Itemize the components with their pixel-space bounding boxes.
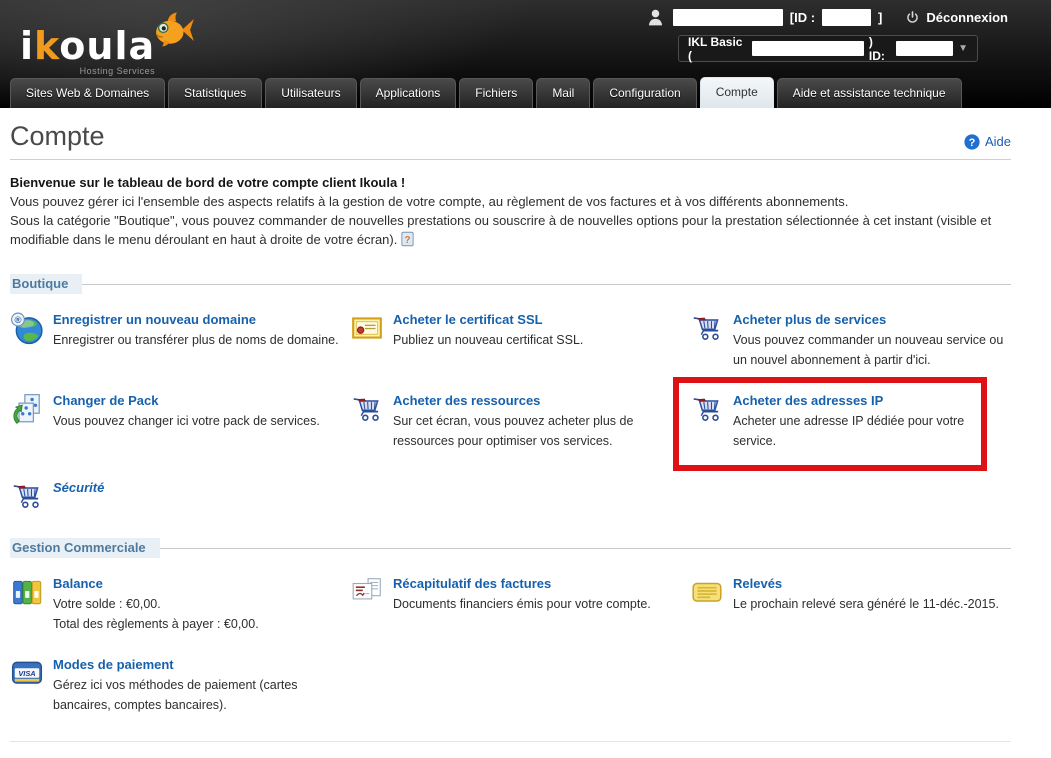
item-link-balance[interactable]: Balance <box>53 576 103 591</box>
page-title: Compte <box>10 121 105 152</box>
subscription-id-redacted <box>896 41 953 56</box>
item-description: Votre solde : €0,00. Total des règlement… <box>53 594 259 634</box>
user-icon <box>645 7 666 28</box>
service-item-recapitulatif-factures: Récapitulatif des factures Documents fin… <box>350 575 690 634</box>
service-item-balance: Balance Votre solde : €0,00. Total des r… <box>10 575 350 634</box>
subscription-prefix: IKL Basic ( <box>688 35 747 63</box>
item-link-acheter-ressources[interactable]: Acheter des ressources <box>393 393 540 408</box>
user-info-bar: [ID : ] Déconnexion <box>645 7 1008 28</box>
user-id-prefix: [ID : <box>790 10 815 25</box>
welcome-title: Bienvenue sur le tableau de bord de votr… <box>10 173 1011 192</box>
welcome-line-2: Vous pouvez gérer ici l'ensemble des asp… <box>10 192 1011 211</box>
binders-icon <box>10 575 44 609</box>
item-description: Documents financiers émis pour votre com… <box>393 594 651 614</box>
item-description: Publiez un nouveau certificat SSL. <box>393 330 583 350</box>
item-description: Sur cet écran, vous pouvez acheter plus … <box>393 411 685 451</box>
invoice-icon <box>350 575 384 609</box>
item-description: Vous pouvez commander un nouveau service… <box>733 330 1011 370</box>
user-id-suffix: ] <box>878 10 882 25</box>
help-link-label: Aide <box>985 134 1011 149</box>
service-item-changer-pack: Changer de Pack Vous pouvez changer ici … <box>10 392 350 457</box>
subscription-middle: ) ID: <box>869 35 891 63</box>
item-description: Le prochain relevé sera généré le 11-déc… <box>733 594 999 614</box>
tab-configuration[interactable]: Configuration <box>593 78 696 108</box>
title-divider <box>10 159 1011 160</box>
user-id-redacted <box>822 9 871 26</box>
change-pack-icon <box>10 392 44 426</box>
service-item-acheter-certificat-ssl: Acheter le certificat SSL Publiez un nou… <box>350 311 690 370</box>
service-item-acheter-adresses-ip: Acheter des adresses IP Acheter une adre… <box>690 392 971 451</box>
logout-button[interactable]: Déconnexion <box>905 10 1008 25</box>
welcome-line-3: Sous la catégorie "Boutique", vous pouve… <box>10 211 1011 249</box>
highlight-box-adresses-ip: Acheter des adresses IP Acheter une adre… <box>673 377 987 471</box>
section-title: Boutique <box>10 274 82 294</box>
item-description: Enregistrer ou transférer plus de noms d… <box>53 330 339 350</box>
note-icon <box>690 575 724 609</box>
logo-tagline: Hosting Services <box>20 67 155 76</box>
item-description: Gérez ici vos méthodes de paiement (cart… <box>53 675 345 715</box>
tab-mail[interactable]: Mail <box>536 78 590 108</box>
shopping-cart-icon <box>350 392 384 426</box>
subscription-selector[interactable]: IKL Basic ( ) ID: ▼ <box>678 35 978 62</box>
service-item-acheter-plus-services: Acheter plus de services Vous pouvez com… <box>690 311 1011 370</box>
tab-fichiers[interactable]: Fichiers <box>459 78 533 108</box>
item-link-changer-pack[interactable]: Changer de Pack <box>53 393 159 408</box>
inline-help-icon[interactable] <box>400 231 415 247</box>
tab-utilisateurs[interactable]: Utilisateurs <box>265 78 356 108</box>
service-item-modes-paiement: Modes de paiement Gérez ici vos méthodes… <box>10 656 350 715</box>
item-link-securite[interactable]: Sécurité <box>53 480 104 495</box>
section-header-gestion-commerciale: Gestion Commerciale <box>10 538 1011 558</box>
item-link-acheter-plus-services[interactable]: Acheter plus de services <box>733 312 886 327</box>
help-link[interactable]: Aide <box>964 134 1011 150</box>
chevron-down-icon: ▼ <box>958 43 968 54</box>
tab-aide-assistance[interactable]: Aide et assistance technique <box>777 78 962 108</box>
power-icon <box>905 10 920 25</box>
ssl-certificate-icon <box>350 311 384 345</box>
app-header: ikoula Hosting Services [ID : ] Déconnex… <box>0 0 1051 108</box>
item-link-acheter-certificat-ssl[interactable]: Acheter le certificat SSL <box>393 312 543 327</box>
credit-card-icon <box>10 656 44 690</box>
section-gestion-commerciale: Gestion Commerciale Balance Votre solde … <box>10 538 1011 715</box>
section-boutique: Boutique Enregistrer un nouveau domaine … <box>10 274 1011 513</box>
item-link-acheter-adresses-ip[interactable]: Acheter des adresses IP <box>733 393 883 408</box>
item-description: Acheter une adresse IP dédiée pour votre… <box>733 411 971 451</box>
main-navigation: Sites Web & Domaines Statistiques Utilis… <box>10 77 962 108</box>
service-item-acheter-ressources: Acheter des ressources Sur cet écran, vo… <box>350 392 690 457</box>
item-link-modes-paiement[interactable]: Modes de paiement <box>53 657 174 672</box>
item-link-recapitulatif-factures[interactable]: Récapitulatif des factures <box>393 576 551 591</box>
tab-compte[interactable]: Compte <box>700 77 774 108</box>
username-redacted <box>673 9 783 26</box>
shopping-cart-icon <box>10 479 44 513</box>
ikoula-logo: ikoula Hosting Services <box>20 10 195 76</box>
service-item-releves: Relevés Le prochain relevé sera généré l… <box>690 575 1011 634</box>
logo-wordmark: ikoula <box>20 27 155 65</box>
item-description: Vous pouvez changer ici votre pack de se… <box>53 411 320 431</box>
help-circle-icon <box>964 134 980 150</box>
service-item-enregistrer-domaine: Enregistrer un nouveau domaine Enregistr… <box>10 311 350 370</box>
subscription-name-redacted <box>752 41 864 56</box>
globe-registered-icon <box>10 311 44 345</box>
goldfish-icon <box>149 10 195 50</box>
service-item-securite: Sécurité <box>10 479 350 513</box>
tab-applications[interactable]: Applications <box>360 78 457 108</box>
item-link-releves[interactable]: Relevés <box>733 576 782 591</box>
tab-sites-web-domaines[interactable]: Sites Web & Domaines <box>10 78 165 108</box>
section-title: Gestion Commerciale <box>10 538 160 558</box>
page-content: Compte Aide Bienvenue sur le tableau de … <box>10 108 1011 758</box>
shopping-cart-icon <box>690 311 724 345</box>
section-header-boutique: Boutique <box>10 274 1011 294</box>
shopping-cart-icon <box>690 392 724 426</box>
tab-statistiques[interactable]: Statistiques <box>168 78 262 108</box>
welcome-block: Bienvenue sur le tableau de bord de votr… <box>10 173 1011 249</box>
item-link-enregistrer-domaine[interactable]: Enregistrer un nouveau domaine <box>53 312 256 327</box>
logout-label: Déconnexion <box>926 10 1008 25</box>
